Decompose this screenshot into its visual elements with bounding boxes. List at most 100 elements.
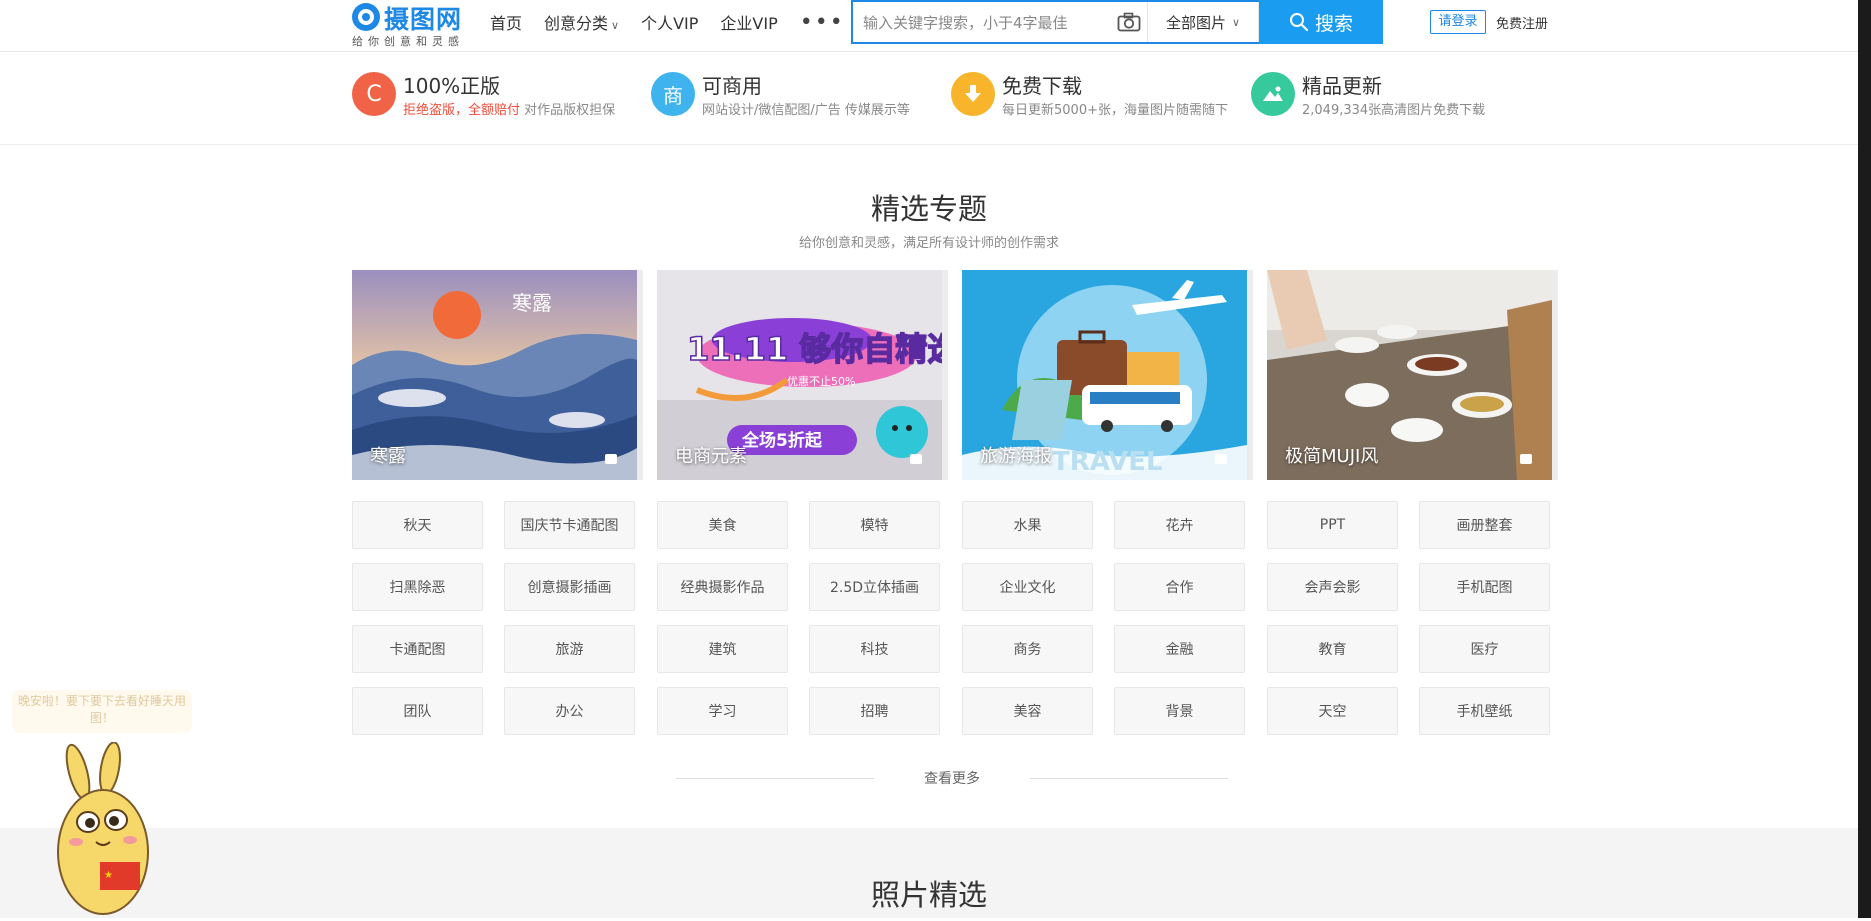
gallery-icon (1520, 454, 1532, 464)
topic-tag[interactable]: 卡通配图 (352, 625, 483, 673)
nav-personal-vip-label: 个人VIP (641, 14, 699, 33)
feature-title: 100%正版 (403, 74, 501, 98)
topic-card-pill: 全场5折起 (741, 430, 823, 451)
feature-title: 精品更新 (1302, 74, 1382, 98)
topic-tag[interactable]: 经典摄影作品 (657, 563, 788, 611)
download-icon (951, 72, 995, 116)
topic-tag[interactable]: 花卉 (1114, 501, 1245, 549)
topics-title: 精选专题 (870, 192, 987, 226)
logo-name: 摄图网 (384, 5, 463, 34)
search-button[interactable]: 搜索 (1259, 0, 1383, 44)
image-icon (1251, 72, 1295, 116)
topic-tag[interactable]: 创意摄影插画 (504, 563, 635, 611)
commercial-icon: 商 (651, 72, 695, 116)
nav-personal-vip[interactable]: 个人VIP (641, 10, 698, 34)
search-button-label: 搜索 (1314, 12, 1353, 35)
camera-icon[interactable] (1111, 2, 1148, 42)
mascot-speech-bubble: 晚安啦！要下要下去看好睡天用图！ (12, 690, 192, 733)
topic-tag[interactable]: 合作 (1114, 563, 1245, 611)
topic-card[interactable]: 寒露 寒露 (352, 270, 637, 480)
topic-card[interactable]: 极简MUJI风 (1267, 270, 1552, 480)
topic-card-label: 寒露 (370, 446, 406, 467)
topic-tag[interactable]: 扫黑除恶 (352, 563, 483, 611)
nav-creative-categories[interactable]: 创意分类 ∨ (544, 10, 619, 34)
topic-tag[interactable]: 秋天 (352, 501, 483, 549)
gallery-icon (605, 454, 617, 464)
topic-card-label: 极简MUJI风 (1285, 446, 1379, 467)
topic-tag[interactable]: 美食 (657, 501, 788, 549)
view-more-link[interactable]: 查看更多 (676, 768, 1228, 788)
topic-tag[interactable]: 模特 (809, 501, 940, 549)
logo-slogan: 给你创意和灵感 (352, 35, 464, 48)
topic-tag[interactable]: 招聘 (809, 687, 940, 735)
svg-text:★: ★ (104, 870, 113, 881)
search-input[interactable] (853, 2, 1105, 44)
topic-card-label: 旅游海报 (980, 446, 1052, 467)
feature-desc-highlight: 拒绝盗版，全额赔付 (403, 103, 521, 118)
nav-home-label: 首页 (490, 14, 523, 33)
topic-card-label: 电商元素 (675, 446, 747, 467)
nav-home[interactable]: 首页 (490, 10, 522, 34)
topic-card-travel-text: TRAVEL (1052, 447, 1163, 477)
more-menu-icon[interactable]: ••• (800, 10, 845, 35)
main-nav: 首页 创意分类 ∨ 个人VIP 企业VIP ••• (490, 0, 845, 44)
topic-card-calligraphy: 寒露 (512, 291, 552, 315)
topic-tag[interactable]: 旅游 (504, 625, 635, 673)
mascot-character-icon: ★ (57, 741, 149, 915)
topics-subtitle: 给你创意和灵感，满足所有设计师的创作需求 (798, 236, 1059, 251)
topic-card[interactable]: TRAVEL 旅游海报 (962, 270, 1247, 480)
site-logo[interactable]: 摄图网 给你创意和灵感 (352, 2, 474, 48)
feature-strip: C 100%正版 拒绝盗版，全额赔付 对作品版权担保 商 可商用 网站设计/微信… (0, 52, 1858, 145)
scrollbar[interactable] (1858, 0, 1871, 918)
feature-title: 免费下载 (1002, 74, 1082, 98)
feature-desc: 拒绝盗版，全额赔付 对作品版权担保 (403, 99, 615, 118)
topic-tag[interactable]: 建筑 (657, 625, 788, 673)
topic-tag[interactable]: 背景 (1114, 687, 1245, 735)
logo-aperture-icon (352, 3, 380, 31)
topic-card-headline: 11.11 够你自精选 (687, 330, 942, 368)
topic-tag[interactable]: 天空 (1267, 687, 1398, 735)
topic-tag[interactable]: 手机壁纸 (1419, 687, 1550, 735)
view-more-row: 查看更多 (676, 768, 1228, 788)
feature-desc: 网站设计/微信配图/广告 传媒展示等 (702, 103, 910, 118)
search-scope-dropdown[interactable]: 全部图片 ∨ (1148, 2, 1259, 42)
topic-tag[interactable]: 手机配图 (1419, 563, 1550, 611)
copyright-icon: C (352, 72, 396, 116)
nav-categories-label: 创意分类 (544, 14, 609, 33)
gallery-icon (910, 454, 922, 464)
topic-tag[interactable]: 教育 (1267, 625, 1398, 673)
nav-enterprise-vip[interactable]: 企业VIP (720, 10, 777, 34)
feature-desc: 2,049,334张高清图片免费下载 (1302, 103, 1486, 118)
topic-tag[interactable]: 美容 (962, 687, 1093, 735)
top-header: 摄图网 给你创意和灵感 首页 创意分类∨ 个人VIP 企业VIP ••• 全部图… (0, 0, 1858, 52)
gallery-icon (1215, 454, 1227, 464)
nav-enterprise-vip-label: 企业VIP (720, 14, 778, 33)
topic-tag[interactable]: 团队 (352, 687, 483, 735)
feature-desc: 每日更新5000+张，海量图片随需随下 (1002, 103, 1228, 118)
search-scope-label: 全部图片 (1165, 13, 1226, 32)
topic-tag[interactable]: 学习 (657, 687, 788, 735)
photos-title: 照片精选 (870, 878, 987, 912)
search-icon (1289, 13, 1309, 32)
feature-title: 可商用 (702, 74, 762, 98)
mascot-widget[interactable]: ★ (48, 741, 168, 921)
topic-tag[interactable]: 科技 (809, 625, 940, 673)
topic-card-subtext: 优惠不止50% (787, 374, 855, 388)
topic-tag[interactable]: 国庆节卡通配图 (504, 501, 635, 549)
chevron-down-icon: ∨ (1231, 15, 1241, 29)
topic-tag[interactable]: 企业文化 (962, 563, 1093, 611)
topic-tag[interactable]: 商务 (962, 625, 1093, 673)
topic-tag[interactable]: 医疗 (1419, 625, 1550, 673)
login-button[interactable]: 请登录 (1430, 10, 1486, 34)
topic-tag[interactable]: PPT (1267, 501, 1398, 549)
topic-tag[interactable]: 金融 (1114, 625, 1245, 673)
topic-tag[interactable]: 水果 (962, 501, 1093, 549)
register-link[interactable]: 免费注册 (1496, 13, 1548, 32)
topic-card[interactable]: 11.11 够你自精选 优惠不止50% 全场5折起 电商元素 (657, 270, 942, 480)
topic-tag[interactable]: 办公 (504, 687, 635, 735)
topic-tag[interactable]: 画册整套 (1419, 501, 1550, 549)
topic-tag[interactable]: 2.5D立体插画 (809, 563, 940, 611)
feature-desc-text: 对作品版权担保 (520, 103, 616, 118)
topic-tag[interactable]: 会声会影 (1267, 563, 1398, 611)
search-bar: 全部图片 ∨ 搜索 (851, 0, 1383, 44)
